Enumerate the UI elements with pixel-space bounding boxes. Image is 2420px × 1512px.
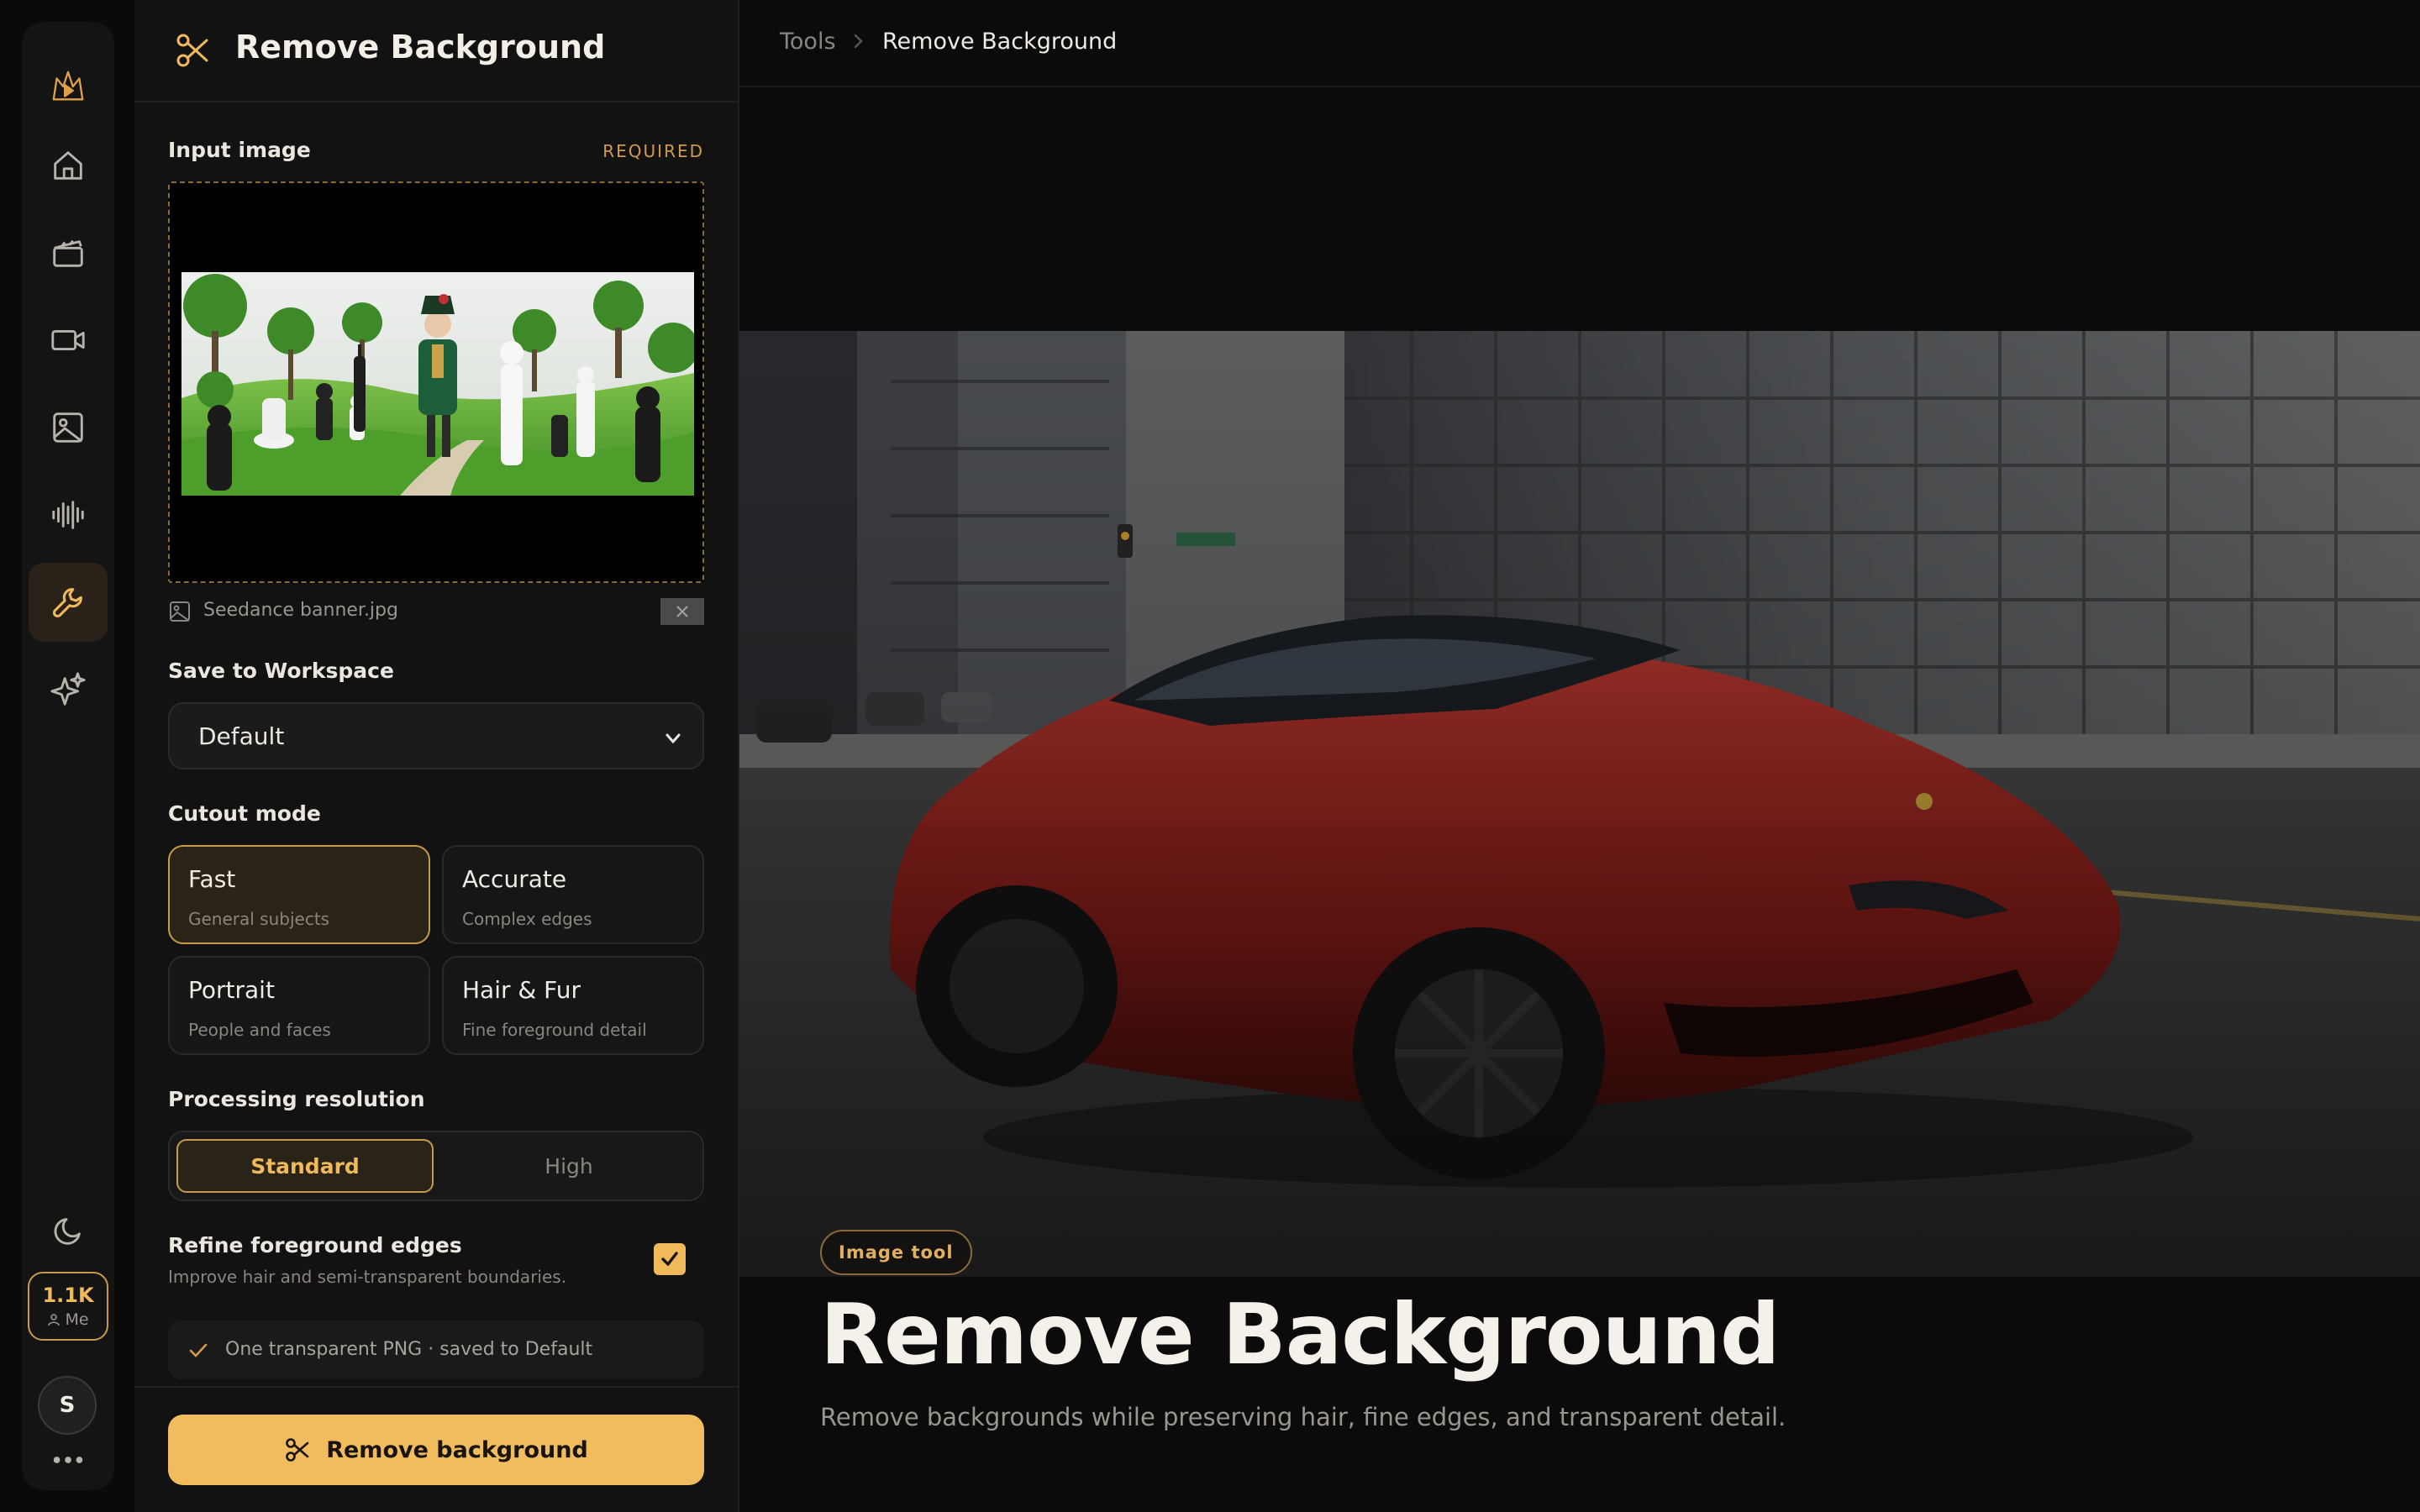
panel-title: Remove Background (235, 29, 606, 66)
more-dots-icon[interactable] (29, 1435, 108, 1485)
icon-rail: 1.1K Me S (22, 22, 114, 1490)
required-label: REQUIRED (602, 141, 704, 161)
app-root: 1.1K Me S Remove Background Input image … (0, 0, 2420, 1512)
user-icon (48, 1314, 60, 1326)
hero-image (739, 331, 2420, 1277)
panel-header: Remove Background (134, 0, 738, 102)
output-note-text: One transparent PNG · saved to Default (225, 1339, 593, 1360)
mode-subtitle: Complex edges (462, 909, 592, 929)
mode-accurate[interactable]: Accurate Complex edges (442, 845, 704, 944)
clapperboard-icon[interactable] (29, 213, 108, 292)
mode-subtitle: Fine foreground detail (462, 1020, 647, 1040)
resolution-standard[interactable]: Standard (176, 1139, 434, 1193)
remove-background-label: Remove background (326, 1436, 588, 1463)
resolution-toggle: Standard High (168, 1131, 704, 1201)
close-icon (676, 606, 688, 617)
workspace-label: Save to Workspace (168, 659, 394, 683)
main-area: Tools Remove Background Image tool Remov… (739, 0, 2420, 1512)
input-image-label: Input image (168, 138, 311, 162)
output-note: One transparent PNG · saved to Default (168, 1320, 704, 1379)
credits-owner-label: Me (65, 1310, 89, 1329)
page-title: Remove Background (820, 1285, 1781, 1383)
credits-badge[interactable]: 1.1K Me (28, 1272, 108, 1341)
panel-divider (134, 1386, 738, 1388)
refine-edges-title: Refine foreground edges (168, 1233, 462, 1257)
file-name: Seedance banner.jpg (203, 600, 398, 621)
video-camera-icon[interactable] (29, 301, 108, 380)
credits-value: 1.1K (42, 1284, 94, 1307)
mode-title: Accurate (462, 865, 567, 893)
check-icon (661, 1252, 678, 1266)
page-description: Remove backgrounds while preserving hair… (820, 1403, 1786, 1431)
file-image-icon (170, 601, 190, 622)
mode-title: Hair & Fur (462, 976, 581, 1004)
refine-edges-subtitle: Improve hair and semi-transparent bounda… (168, 1267, 567, 1287)
workspace-select[interactable]: Default (168, 702, 704, 769)
breadcrumb: Tools Remove Background (739, 0, 2420, 87)
credits-owner: Me (47, 1310, 89, 1329)
chevron-down-icon (666, 733, 681, 744)
sparkle-icon[interactable] (29, 650, 108, 729)
mode-hair-fur[interactable]: Hair & Fur Fine foreground detail (442, 956, 704, 1055)
file-row: Seedance banner.jpg (168, 596, 704, 627)
logo-icon[interactable] (29, 47, 108, 126)
mode-title: Portrait (188, 976, 275, 1004)
image-dropzone[interactable] (168, 181, 704, 583)
refine-edges-checkbox[interactable] (654, 1243, 686, 1275)
home-icon[interactable] (29, 126, 108, 205)
audio-wave-icon[interactable] (29, 475, 108, 554)
resolution-high[interactable]: High (440, 1139, 697, 1193)
mode-subtitle: People and faces (188, 1020, 331, 1040)
cutout-mode-label: Cutout mode (168, 801, 321, 826)
mode-title: Fast (188, 865, 236, 893)
scissors-icon (176, 34, 208, 67)
wrench-icon[interactable] (29, 563, 108, 642)
image-icon[interactable] (29, 388, 108, 467)
mode-fast[interactable]: Fast General subjects (168, 845, 430, 944)
scissors-icon (286, 1438, 309, 1462)
image-tool-badge: Image tool (820, 1230, 972, 1275)
resolution-label: Processing resolution (168, 1087, 425, 1111)
mode-subtitle: General subjects (188, 909, 330, 929)
chevron-right-icon (854, 34, 863, 49)
avatar[interactable]: S (38, 1376, 97, 1435)
remove-background-button[interactable]: Remove background (168, 1415, 704, 1485)
mode-portrait[interactable]: Portrait People and faces (168, 956, 430, 1055)
breadcrumb-current: Remove Background (882, 29, 1118, 55)
check-icon (189, 1343, 208, 1357)
moon-icon[interactable] (29, 1191, 108, 1270)
breadcrumb-tools[interactable]: Tools (780, 29, 836, 55)
tool-panel: Remove Background Input image REQUIRED S… (134, 0, 739, 1512)
workspace-select-value: Default (198, 722, 285, 750)
input-image-preview (182, 272, 694, 496)
remove-file-button[interactable] (660, 598, 704, 625)
